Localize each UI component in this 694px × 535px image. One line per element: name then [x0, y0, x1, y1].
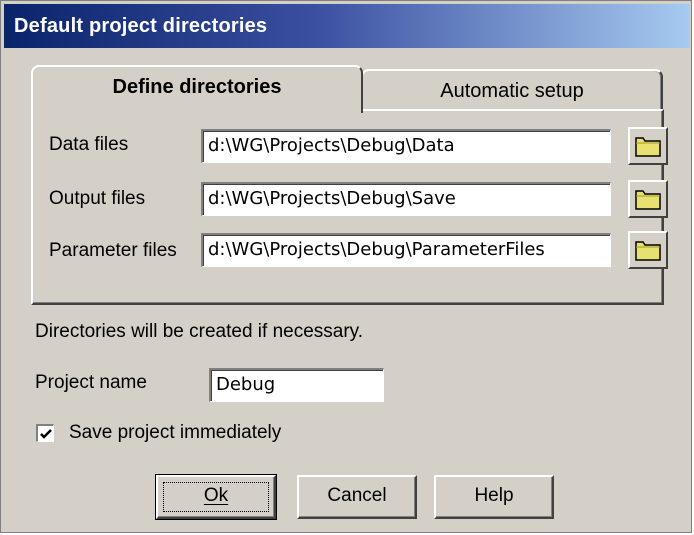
parameter-files-field[interactable]: d:\WG\Projects\Debug\ParameterFiles [201, 233, 611, 267]
cancel-button-label: Cancel [327, 485, 387, 506]
ok-button-label: Ok [203, 485, 229, 506]
title-bar[interactable]: Default project directories [4, 4, 690, 48]
folder-icon [635, 190, 661, 210]
help-button[interactable]: Help [434, 475, 554, 519]
folder-icon [635, 241, 661, 261]
data-files-field[interactable]: d:\WG\Projects\Debug\Data [201, 129, 611, 163]
project-name-field[interactable]: Debug [209, 368, 384, 402]
tab-label: Define directories [112, 76, 282, 98]
cancel-button[interactable]: Cancel [297, 475, 417, 519]
info-note: Directories will be created if necessary… [35, 321, 364, 342]
output-files-field[interactable]: d:\WG\Projects\Debug\Save [201, 182, 611, 216]
project-name-label: Project name [35, 372, 147, 393]
window-title: Default project directories [14, 15, 268, 37]
save-project-checkbox[interactable] [36, 424, 54, 442]
output-files-label: Output files [49, 188, 146, 209]
tab-define-directories[interactable]: Define directories [31, 65, 363, 113]
tab-label: Automatic setup [440, 80, 584, 102]
browse-parameter-files-button[interactable] [628, 231, 668, 269]
dialog-window: Default project directories Define direc… [0, 0, 692, 533]
help-button-label: Help [474, 485, 514, 506]
browse-data-files-button[interactable] [628, 127, 668, 165]
parameter-files-label: Parameter files [49, 240, 177, 261]
data-files-label: Data files [49, 134, 129, 155]
checkmark-icon [40, 429, 52, 439]
folder-icon [635, 137, 661, 157]
tab-automatic-setup[interactable]: Automatic setup [361, 69, 663, 113]
ok-button[interactable]: Ok [155, 474, 277, 520]
browse-output-files-button[interactable] [628, 180, 668, 218]
save-project-label[interactable]: Save project immediately [69, 422, 281, 444]
